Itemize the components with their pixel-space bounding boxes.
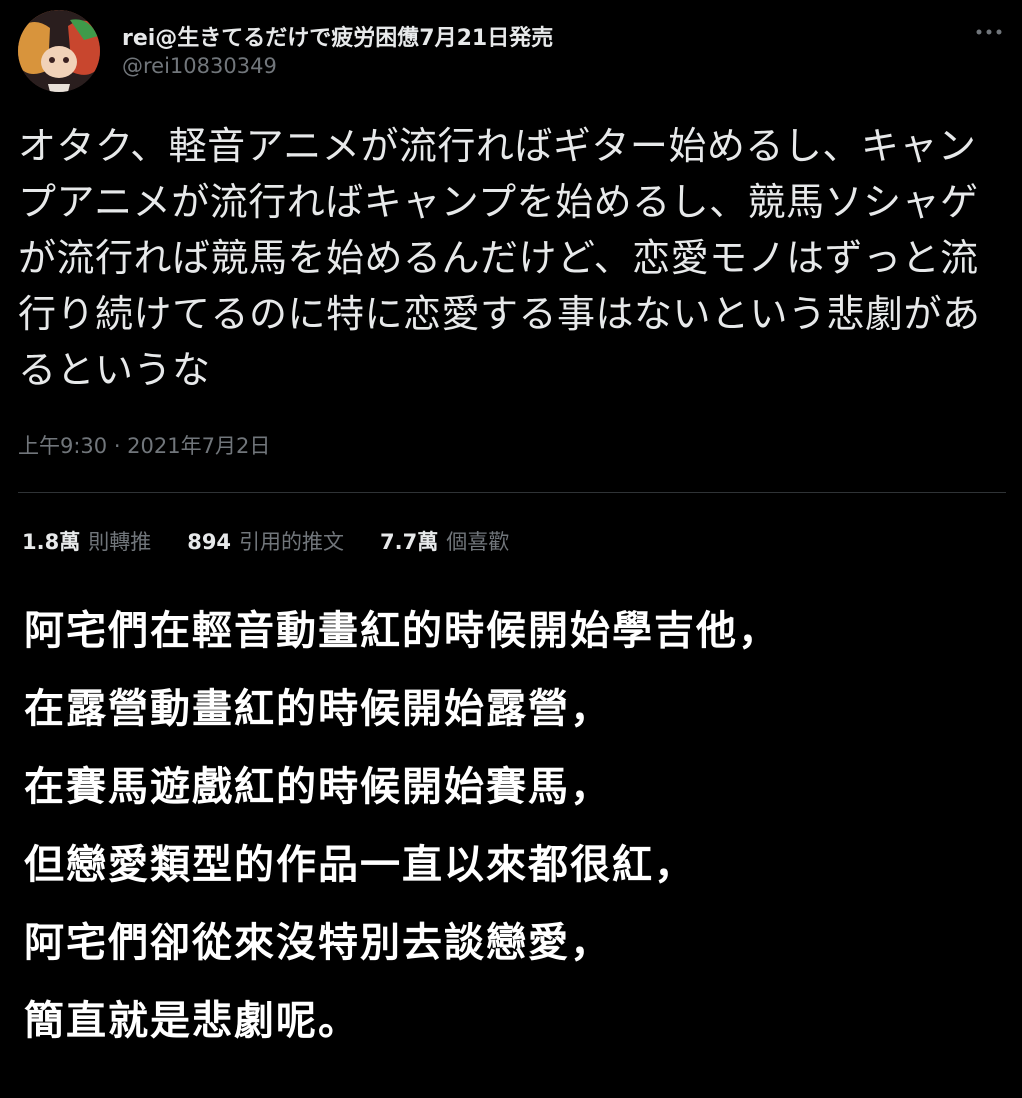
- retweets-stat[interactable]: 1.8萬 則轉推: [22, 526, 151, 556]
- user-avatar[interactable]: [18, 10, 100, 92]
- avatar-illustration: [18, 10, 100, 92]
- likes-stat[interactable]: 7.7萬 個喜歡: [380, 526, 509, 556]
- more-options-icon[interactable]: [974, 22, 1004, 42]
- display-name[interactable]: rei@生きてるだけで疲労困憊7月21日発売: [122, 20, 553, 52]
- translation-line: 簡直就是悲劇呢。: [24, 998, 360, 1044]
- retweets-count: 1.8萬: [22, 530, 81, 554]
- likes-count: 7.7萬: [380, 530, 439, 554]
- divider: [18, 492, 1006, 493]
- translation-line: 在賽馬遊戲紅的時候開始賽馬，: [24, 764, 612, 810]
- user-handle[interactable]: @rei10830349: [122, 54, 277, 78]
- tweet-header: rei@生きてるだけで疲労困憊7月21日発売 @rei10830349: [18, 10, 1008, 94]
- translation-caption: 阿宅們在輕音動畫紅的時候開始學吉他， 在露營動畫紅的時候開始露營， 在賽馬遊戲紅…: [24, 592, 1004, 1060]
- quotes-label: 引用的推文: [239, 530, 345, 554]
- translation-line: 阿宅們在輕音動畫紅的時候開始學吉他，: [24, 608, 780, 654]
- likes-label: 個喜歡: [446, 530, 510, 554]
- quotes-count: 894: [187, 530, 232, 554]
- tweet-timestamp[interactable]: 上午9:30 · 2021年7月2日: [18, 430, 270, 460]
- translation-line: 在露營動畫紅的時候開始露營，: [24, 686, 612, 732]
- retweets-label: 則轉推: [88, 530, 152, 554]
- tweet-text: オタク、軽音アニメが流行ればギター始めるし、キャンプアニメが流行ればキャンプを始…: [18, 124, 981, 392]
- quotes-stat[interactable]: 894 引用的推文: [187, 526, 344, 556]
- tweet-stats: 1.8萬 則轉推 894 引用的推文 7.7萬 個喜歡: [22, 524, 545, 558]
- translation-line: 但戀愛類型的作品一直以來都很紅，: [24, 842, 696, 888]
- translation-line: 阿宅們卻從來沒特別去談戀愛，: [24, 920, 612, 966]
